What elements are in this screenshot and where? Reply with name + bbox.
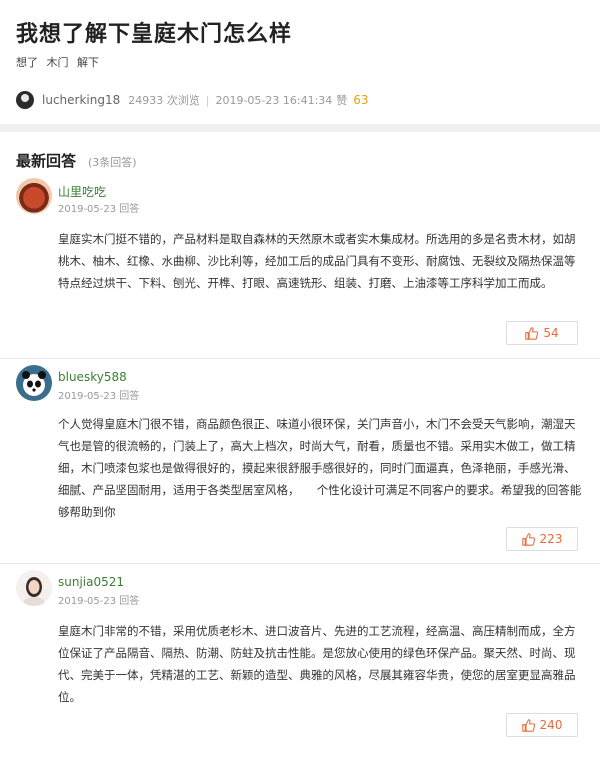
like-button[interactable]: 223: [506, 527, 578, 551]
answer-text: 皇庭实木门挺不错的，产品材料是取自森林的天然原木或者实木集成材。所选用的多是名贵…: [58, 232, 576, 290]
question-tags: 想了 木门 解下: [16, 54, 104, 70]
thumbs-up-icon: [521, 532, 535, 546]
author-name[interactable]: lucherking18: [42, 93, 120, 107]
portrait-avatar-icon: [22, 577, 46, 606]
zan-label[interactable]: 赞: [336, 92, 347, 108]
view-count: 24933 次浏览: [128, 94, 200, 107]
like-count: 240: [539, 718, 563, 732]
answers-header: 最新回答 (3条回答): [16, 150, 137, 171]
answer-text: 个人觉得皇庭木门很不错，商品颜色很正、味道小很环保，关门声音小，木门不会受天气影…: [58, 417, 582, 519]
tag[interactable]: 想了: [16, 56, 38, 69]
user-avatar[interactable]: [16, 365, 52, 401]
answer-username[interactable]: sunjia0521: [58, 575, 124, 589]
post-datetime: 2019-05-23 16:41:34: [215, 93, 333, 107]
like-button[interactable]: 54: [506, 321, 578, 345]
answer-divider: [0, 358, 600, 359]
panda-avatar-icon: [22, 371, 46, 396]
thumbs-up-icon: [521, 718, 535, 732]
answer-divider: [0, 563, 600, 564]
question-meta: lucherking18 24933 次浏览 | 2019-05-23 16:4…: [16, 90, 369, 110]
answer-date: 2019-05-23 回答: [58, 596, 140, 607]
tag[interactable]: 解下: [77, 56, 99, 69]
like-count: 54: [543, 326, 559, 340]
like-button[interactable]: 240: [506, 713, 578, 737]
meta-divider: |: [205, 93, 210, 107]
author-avatar[interactable]: [16, 91, 34, 109]
answer-text: 皇庭木门非常的不错，采用优质老杉木、进口波音片、先进的工艺流程，经高温、高压精制…: [58, 624, 576, 704]
user-avatar[interactable]: [16, 570, 52, 606]
like-count: 223: [539, 532, 563, 546]
answer-username[interactable]: bluesky588: [58, 370, 127, 384]
thumbs-up-icon: [525, 326, 539, 340]
section-divider: [0, 124, 600, 132]
user-avatar[interactable]: [16, 178, 52, 214]
answers-title: 最新回答: [16, 152, 77, 170]
tag[interactable]: 木门: [47, 56, 69, 69]
page-title: 我想了解下皇庭木门怎么样: [16, 22, 293, 47]
zan-count: 63: [353, 93, 369, 107]
answers-count: (3条回答): [88, 156, 137, 169]
answer-date: 2019-05-23 回答: [58, 204, 140, 215]
answer-username[interactable]: 山里吃吃: [58, 183, 106, 200]
answer-date: 2019-05-23 回答: [58, 391, 140, 402]
